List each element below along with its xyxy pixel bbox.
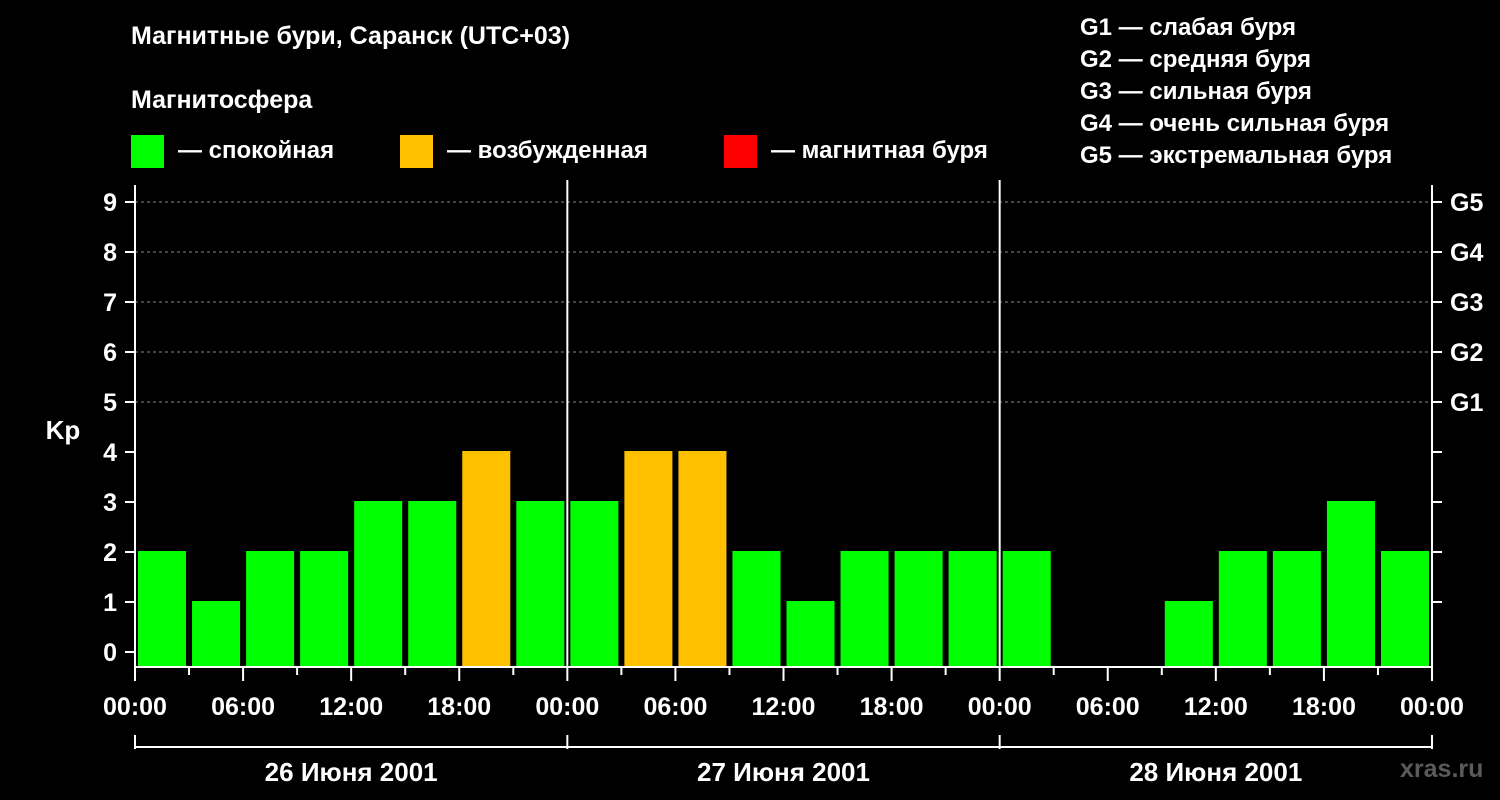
y-tick-label: 8 <box>103 239 117 267</box>
x-tick-label: 00:00 <box>968 693 1032 721</box>
y-tick-label: 9 <box>103 189 117 217</box>
y-tick-label: 0 <box>103 639 117 667</box>
x-tick-label: 18:00 <box>1292 693 1356 721</box>
day-label: 27 Июня 2001 <box>697 757 870 787</box>
x-tick-label: 18:00 <box>860 693 924 721</box>
kp-bar <box>894 551 943 667</box>
kp-bar <box>246 551 295 667</box>
kp-bar <box>1326 501 1375 667</box>
kp-bar <box>354 501 403 667</box>
y-tick-label: 6 <box>103 339 117 367</box>
day-label: 26 Июня 2001 <box>265 757 438 787</box>
kp-bar <box>732 551 781 667</box>
kp-bar <box>516 501 565 667</box>
y-tick-label: 2 <box>103 539 117 567</box>
x-tick-label: 12:00 <box>1184 693 1248 721</box>
kp-bar <box>678 451 727 667</box>
kp-bar <box>300 551 349 667</box>
y-tick-label: 4 <box>103 439 117 467</box>
kp-bar <box>138 551 187 667</box>
kp-bar <box>1380 551 1429 667</box>
g-level-tick-label: G1 <box>1450 389 1483 417</box>
kp-bar <box>840 551 889 667</box>
y-tick-label: 5 <box>103 389 117 417</box>
x-tick-label: 06:00 <box>211 693 275 721</box>
g-level-tick-label: G3 <box>1450 289 1483 317</box>
kp-bar <box>1164 601 1213 667</box>
watermark: xras.ru <box>1400 755 1484 783</box>
g-level-tick-label: G2 <box>1450 339 1483 367</box>
kp-bar-chart: 0 1 2 3 4 5 6 7 8 9 G1 G2 G3 G4 G5 Kp 00:00 06:00 12:00 18:… <box>46 180 1483 787</box>
x-tick-label: 06:00 <box>1076 693 1140 721</box>
day-label: 28 Июня 2001 <box>1129 757 1302 787</box>
g-level-tick-label: G5 <box>1450 189 1483 217</box>
x-tick-label: 12:00 <box>752 693 816 721</box>
y-tick-label: 1 <box>103 589 117 617</box>
y-axis-label: Kp <box>46 415 81 445</box>
g-level-tick-label: G4 <box>1450 239 1483 267</box>
kp-bar <box>786 601 835 667</box>
kp-bar <box>408 501 457 667</box>
x-tick-label: 00:00 <box>535 693 599 721</box>
y-tick-label: 3 <box>103 489 117 517</box>
kp-bar <box>1218 551 1267 667</box>
kp-bar <box>462 451 511 667</box>
kp-bar <box>1002 551 1051 667</box>
kp-bar <box>192 601 241 667</box>
x-tick-label: 12:00 <box>319 693 383 721</box>
kp-bar <box>570 501 619 667</box>
kp-bar <box>624 451 673 667</box>
x-tick-label: 00:00 <box>103 693 167 721</box>
x-tick-label: 18:00 <box>427 693 491 721</box>
kp-bar <box>1272 551 1321 667</box>
x-tick-label: 00:00 <box>1400 693 1464 721</box>
kp-bar <box>948 551 997 667</box>
x-tick-label: 06:00 <box>643 693 707 721</box>
y-tick-label: 7 <box>103 289 117 317</box>
